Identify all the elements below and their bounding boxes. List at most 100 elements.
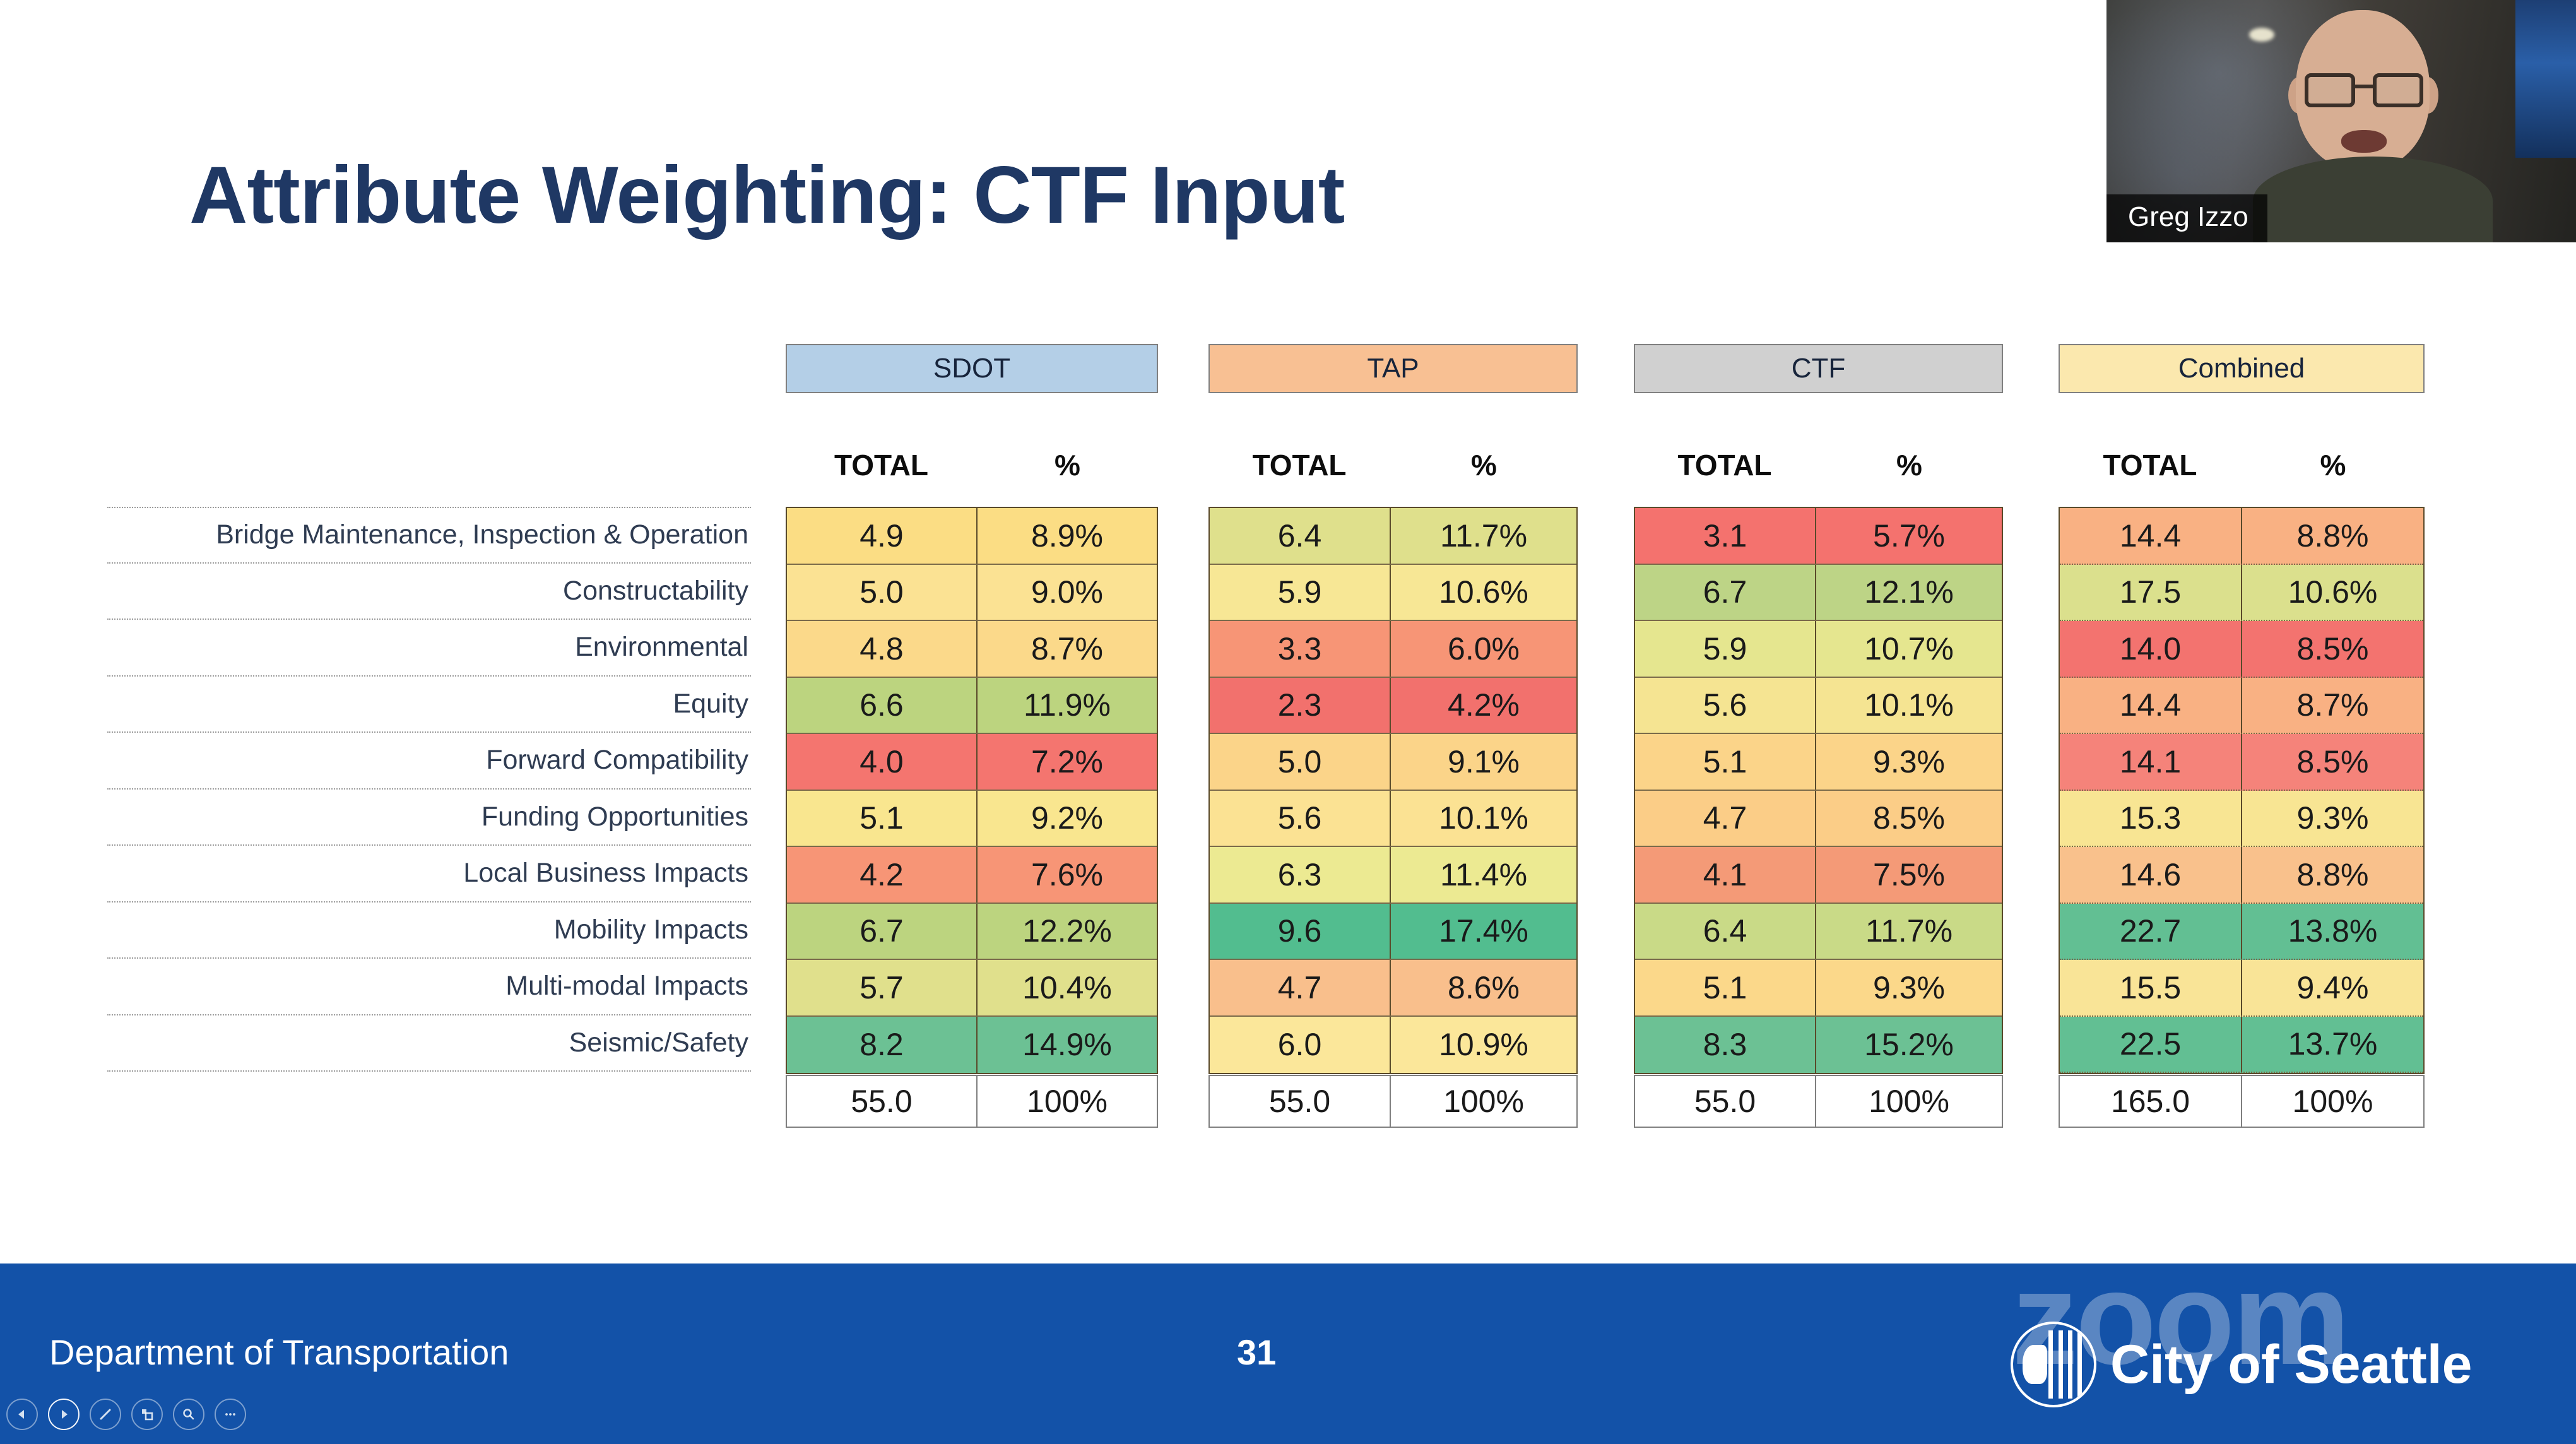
- cell-percent: 8.5%: [2296, 630, 2369, 666]
- video-glasses: [2305, 73, 2423, 107]
- row-label-text: Funding Opportunities: [481, 801, 748, 832]
- table-row: 4.8 8.7%: [787, 621, 1157, 678]
- cell-percent: 14.9%: [1022, 1027, 1112, 1063]
- row-label-column: Bridge Maintenance, Inspection & Operati…: [107, 507, 751, 1072]
- total-percent: 100%: [2292, 1084, 2373, 1119]
- subheader-percent: %: [1471, 449, 1497, 482]
- cell-total: 4.0: [787, 734, 978, 790]
- all-slides-grid-icon[interactable]: [131, 1399, 163, 1430]
- table-row: 4.7 8.6%: [1210, 960, 1576, 1017]
- column-group-label: SDOT: [933, 353, 1011, 384]
- table-row: 5.1 9.3%: [1635, 960, 2002, 1017]
- cell-total: 17.5: [2060, 564, 2242, 620]
- row-label-text: Bridge Maintenance, Inspection & Operati…: [216, 519, 748, 550]
- cell-total: 5.0: [787, 564, 978, 620]
- cell-percent: 13.8%: [2288, 913, 2378, 949]
- column-group-label: TAP: [1367, 353, 1419, 384]
- data-grid-sdot: 4.9 8.9% 5.0 9.0% 4.8 8.7% 6.6 11.9% 4.0 7.2% 5.1 9…: [786, 507, 1158, 1074]
- cell-total: 6.0: [1210, 1016, 1391, 1073]
- cell-total: 6.4: [1210, 508, 1391, 564]
- data-grid-tap: 6.4 11.7% 5.9 10.6% 3.3 6.0% 2.3 4.2% 5.0 9.1% 5.6…: [1208, 507, 1578, 1074]
- cell-total: 5.0: [1210, 734, 1391, 790]
- cell-total: 15.3: [2060, 790, 2242, 846]
- presenter-controls-bar[interactable]: [6, 1399, 246, 1430]
- table-row: 6.7 12.2%: [787, 903, 1157, 960]
- row-label-text: Equity: [673, 688, 748, 719]
- footer-page-number: 31: [1237, 1332, 1277, 1372]
- page-title: Attribute Weighting: CTF Input: [189, 150, 1345, 240]
- cell-total: 14.4: [2060, 677, 2242, 733]
- table-row: 2.3 4.2%: [1210, 677, 1576, 734]
- total-percent: 100%: [1869, 1084, 1949, 1119]
- cell-percent: 9.2%: [1031, 800, 1103, 836]
- cell-percent: 9.3%: [1873, 743, 1945, 779]
- table-row: 15.3 9.3%: [2060, 790, 2423, 847]
- table-row: 22.7 13.8%: [2060, 903, 2423, 960]
- city-of-seattle-logo: City of Seattle: [2011, 1322, 2472, 1407]
- cell-percent: 9.3%: [1873, 969, 1945, 1005]
- cell-total: 4.7: [1635, 790, 1817, 846]
- data-grid-combined: 14.4 8.8% 17.5 10.6% 14.0 8.5% 14.4 8.7% 14.1 8.5…: [2059, 507, 2425, 1074]
- cell-percent: 5.7%: [1873, 518, 1945, 553]
- table-row: 5.7 10.4%: [787, 960, 1157, 1017]
- subheader-percent: %: [1055, 449, 1080, 482]
- table-row: 14.4 8.7%: [2060, 677, 2423, 734]
- table-row: 5.1 9.2%: [787, 790, 1157, 847]
- cell-total: 5.1: [1635, 960, 1817, 1015]
- column-group-header-tap: TAP: [1208, 344, 1578, 393]
- table-row: 4.2 7.6%: [787, 847, 1157, 904]
- table-row: 5.0 9.1%: [1210, 734, 1576, 791]
- cell-total: 14.0: [2060, 621, 2242, 677]
- table-row: 5.6 10.1%: [1210, 790, 1576, 847]
- table-row: 5.0 9.0%: [787, 564, 1157, 621]
- cell-percent: 11.7%: [1865, 913, 1953, 949]
- cell-total: 4.8: [787, 621, 978, 677]
- cell-percent: 9.3%: [2296, 800, 2369, 836]
- table-row: 4.7 8.5%: [1635, 790, 2002, 847]
- organization-name: City of Seattle: [2110, 1334, 2473, 1395]
- cell-total: 8.3: [1635, 1016, 1817, 1073]
- more-options-icon[interactable]: [215, 1399, 246, 1430]
- cell-percent: 11.9%: [1023, 687, 1111, 723]
- subheader-percent: %: [1896, 449, 1922, 482]
- table-row: 8.2 14.9%: [787, 1016, 1157, 1073]
- table-row: 6.4 11.7%: [1635, 903, 2002, 960]
- table-row: 6.4 11.7%: [1210, 508, 1576, 565]
- data-grid-ctf: 3.1 5.7% 6.7 12.1% 5.9 10.7% 5.6 10.1% 5.1 9.3% 4.…: [1634, 507, 2003, 1074]
- subheader-percent: %: [2320, 449, 2346, 482]
- row-label: Mobility Impacts: [107, 902, 751, 959]
- participant-video-tile[interactable]: Greg Izzo: [2106, 0, 2576, 242]
- row-label-text: Environmental: [575, 632, 748, 663]
- cell-total: 3.3: [1210, 621, 1391, 677]
- cell-total: 5.6: [1635, 677, 1817, 733]
- previous-slide-icon[interactable]: [6, 1399, 38, 1430]
- row-label-text: Multi-modal Impacts: [505, 971, 748, 1002]
- cell-percent: 10.4%: [1022, 969, 1112, 1005]
- cell-total: 3.1: [1635, 508, 1817, 564]
- cell-total: 5.1: [1635, 734, 1817, 790]
- total-value: 55.0: [787, 1076, 978, 1127]
- cell-percent: 11.4%: [1439, 856, 1528, 892]
- column-total-ctf: 55.0 100%: [1634, 1075, 2003, 1128]
- zoom-in-icon[interactable]: [173, 1399, 204, 1430]
- cell-total: 5.7: [787, 960, 978, 1015]
- column-total-combined: 165.0 100%: [2059, 1075, 2425, 1128]
- cell-total: 4.7: [1210, 960, 1391, 1015]
- row-label-text: Seismic/Safety: [569, 1027, 748, 1058]
- cell-percent: 8.8%: [2296, 518, 2369, 553]
- cell-total: 22.5: [2060, 1016, 2242, 1072]
- video-ceiling-lamp: [2249, 28, 2274, 42]
- table-row: 4.1 7.5%: [1635, 847, 2002, 904]
- row-label: Local Business Impacts: [107, 846, 751, 902]
- table-row: 3.1 5.7%: [1635, 508, 2002, 565]
- next-slide-icon[interactable]: [48, 1399, 80, 1430]
- row-label: Funding Opportunities: [107, 790, 751, 846]
- cell-percent: 10.1%: [1864, 687, 1954, 723]
- subheader-total: TOTAL: [1252, 449, 1347, 482]
- column-group-header-ctf: CTF: [1634, 344, 2003, 393]
- attribute-weighting-table: SDOT TAP CTF Combined TOTAL % TOTAL % TO…: [0, 344, 2576, 1212]
- pen-icon[interactable]: [90, 1399, 121, 1430]
- total-percent: 100%: [1027, 1084, 1108, 1119]
- cell-percent: 15.2%: [1864, 1027, 1954, 1063]
- table-row: 22.5 13.7%: [2060, 1016, 2423, 1073]
